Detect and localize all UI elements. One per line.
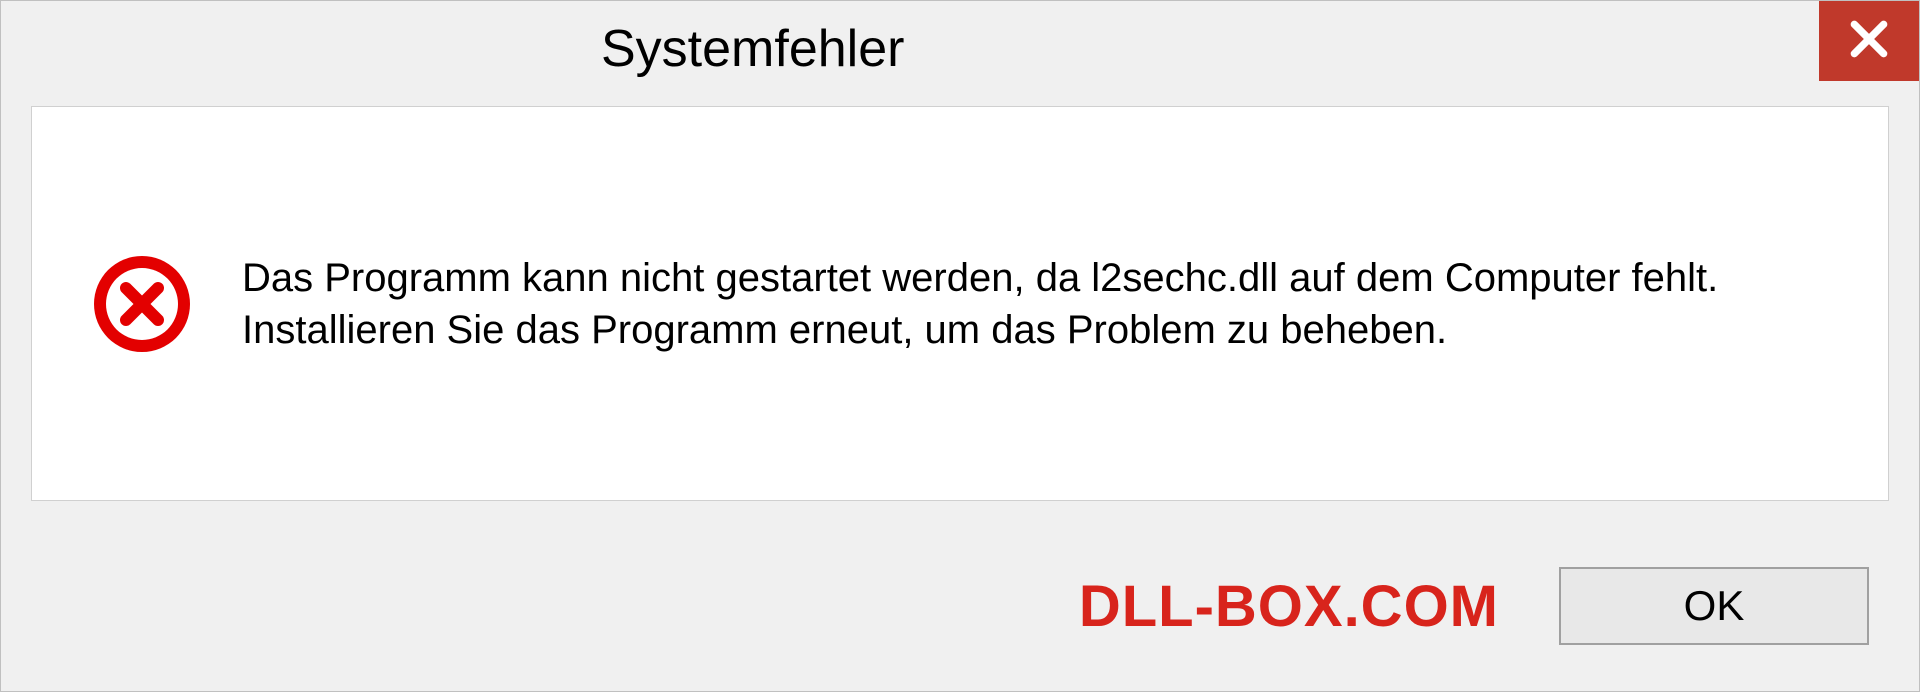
error-icon bbox=[92, 254, 192, 354]
watermark-text: DLL-BOX.COM bbox=[1079, 573, 1499, 640]
dialog-footer: DLL-BOX.COM OK bbox=[1, 561, 1919, 651]
content-panel: Das Programm kann nicht gestartet werden… bbox=[31, 106, 1889, 501]
dialog-title: Systemfehler bbox=[601, 19, 904, 79]
ok-button[interactable]: OK bbox=[1559, 567, 1869, 645]
close-icon bbox=[1847, 17, 1891, 66]
close-button[interactable] bbox=[1819, 1, 1919, 81]
titlebar: Systemfehler bbox=[1, 1, 1919, 96]
error-dialog: Systemfehler Das Programm kann nicht ges… bbox=[0, 0, 1920, 692]
error-message: Das Programm kann nicht gestartet werden… bbox=[242, 252, 1828, 356]
